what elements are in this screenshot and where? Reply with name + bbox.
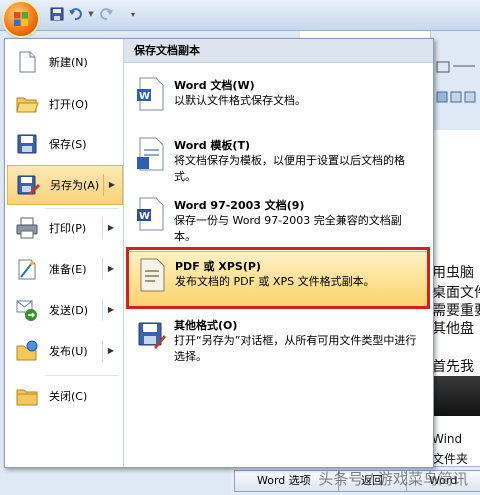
option-title: Word 文档(W) [174,79,255,92]
customize-icon[interactable]: ▾ [124,5,142,23]
send-icon [16,300,37,321]
submenu-arrow-icon[interactable]: ▶ [102,299,119,321]
menu-divider [45,375,119,376]
prepare-icon [18,259,36,280]
submenu-header: 保存文档副本 [124,39,433,63]
office-logo-icon [14,12,28,26]
save-as-other-formats[interactable]: 其他格式(O) 打开“另存为”对话框，从所有可用文件类型中进行选择。 [128,311,428,369]
option-description: 打开“另存为”对话框，从所有可用文件类型中进行选择。 [174,334,417,363]
doc-line: 其他盘 [432,321,474,337]
menu-item-label: 新建(N) [49,56,88,69]
menu-command-list: 新建(N) 打开(O) 保存(S) 另存为(A) ▶ 打印(P) ▶ 准备(E)… [5,39,124,467]
doc-line: 桌面文件 [432,285,480,301]
highlight-annotation [126,247,430,309]
submenu-arrow-icon[interactable]: ▶ [102,217,119,239]
doc-line: 首先我 [432,359,474,375]
option-title: 其他格式(O) [174,319,238,332]
menu-item-label: 另存为(A) [50,179,100,192]
doc-line: 文件夹 [432,452,469,466]
svg-text:W: W [139,91,150,102]
save-icon[interactable] [48,5,66,23]
office-menu: 新建(N) 打开(O) 保存(S) 另存为(A) ▶ 打印(P) ▶ 准备(E)… [4,38,434,468]
doc-line: 用虫脑 [432,265,474,281]
undo-dropdown-icon[interactable]: ▼ [86,5,96,23]
word-document-icon: W [137,77,164,111]
menu-item-prepare[interactable]: 准备(E) ▶ [7,250,121,288]
save-as-word-document[interactable]: W Word 文档(W) 以默认文件格式保存文档。 [128,71,428,129]
redo-icon[interactable] [98,5,116,23]
menu-item-publish[interactable]: 发布(U) ▶ [7,332,121,370]
doc-image [432,376,480,416]
ribbon-fragment [430,30,480,130]
menu-item-open[interactable]: 打开(O) [7,85,121,123]
watermark: 头条号 / 游戏菜鸟简讯 [318,470,468,488]
menu-item-new[interactable]: 新建(N) [7,43,121,81]
save-as-word-template[interactable]: Word 模板(T) 将文档保存为模板，以便用于设置以后文档的格式。 [128,131,428,189]
option-description: 保存一份与 Word 97-2003 完全兼容的文档副本。 [174,214,402,243]
word-97-document-icon: W [137,197,164,231]
menu-item-send[interactable]: 发送(D) ▶ [7,291,121,329]
taskbar-button-label: Word 选项 [257,474,311,487]
menu-item-close[interactable]: 关闭(C) [7,377,121,415]
menu-item-label: 准备(E) [49,263,87,276]
svg-text:W: W [139,211,150,222]
publish-icon [16,340,38,361]
menu-item-label: 发送(D) [49,304,89,317]
menu-item-label: 关闭(C) [49,390,88,403]
menu-item-label: 保存(S) [49,138,87,151]
other-formats-icon [138,322,166,349]
title-bar: ▼ ▾ [0,0,480,31]
doc-line: Wind [432,432,463,446]
menu-item-label: 发布(U) [49,345,88,358]
save-icon [17,134,37,154]
undo-icon[interactable] [66,5,84,23]
save-as-word-97-2003[interactable]: W Word 97-2003 文档(9) 保存一份与 Word 97-2003 … [128,191,428,249]
option-description: 将文档保存为模板，以便用于设置以后文档的格式。 [174,154,405,183]
option-title: Word 模板(T) [174,139,250,152]
save-as-icon [17,175,40,195]
option-description: 以默认文件格式保存文档。 [174,94,306,107]
open-folder-icon [16,97,39,113]
option-title: Word 97-2003 文档(9) [174,199,305,212]
close-folder-icon [16,389,38,406]
submenu-arrow-icon[interactable]: ▶ [102,258,119,280]
submenu-arrow-icon[interactable]: ▶ [103,174,120,196]
menu-item-save-as[interactable]: 另存为(A) ▶ [7,165,123,205]
doc-line: 需要重要 [432,303,480,319]
menu-item-label: 打开(O) [49,98,89,111]
menu-item-label: 打印(P) [49,222,87,235]
new-document-icon [19,51,36,73]
word-template-icon [137,137,164,171]
printer-icon [16,217,38,239]
submenu-arrow-icon[interactable]: ▶ [102,340,119,362]
office-button[interactable] [4,2,38,36]
menu-item-save[interactable]: 保存(S) [7,125,121,163]
menu-item-print[interactable]: 打印(P) ▶ [7,209,121,247]
